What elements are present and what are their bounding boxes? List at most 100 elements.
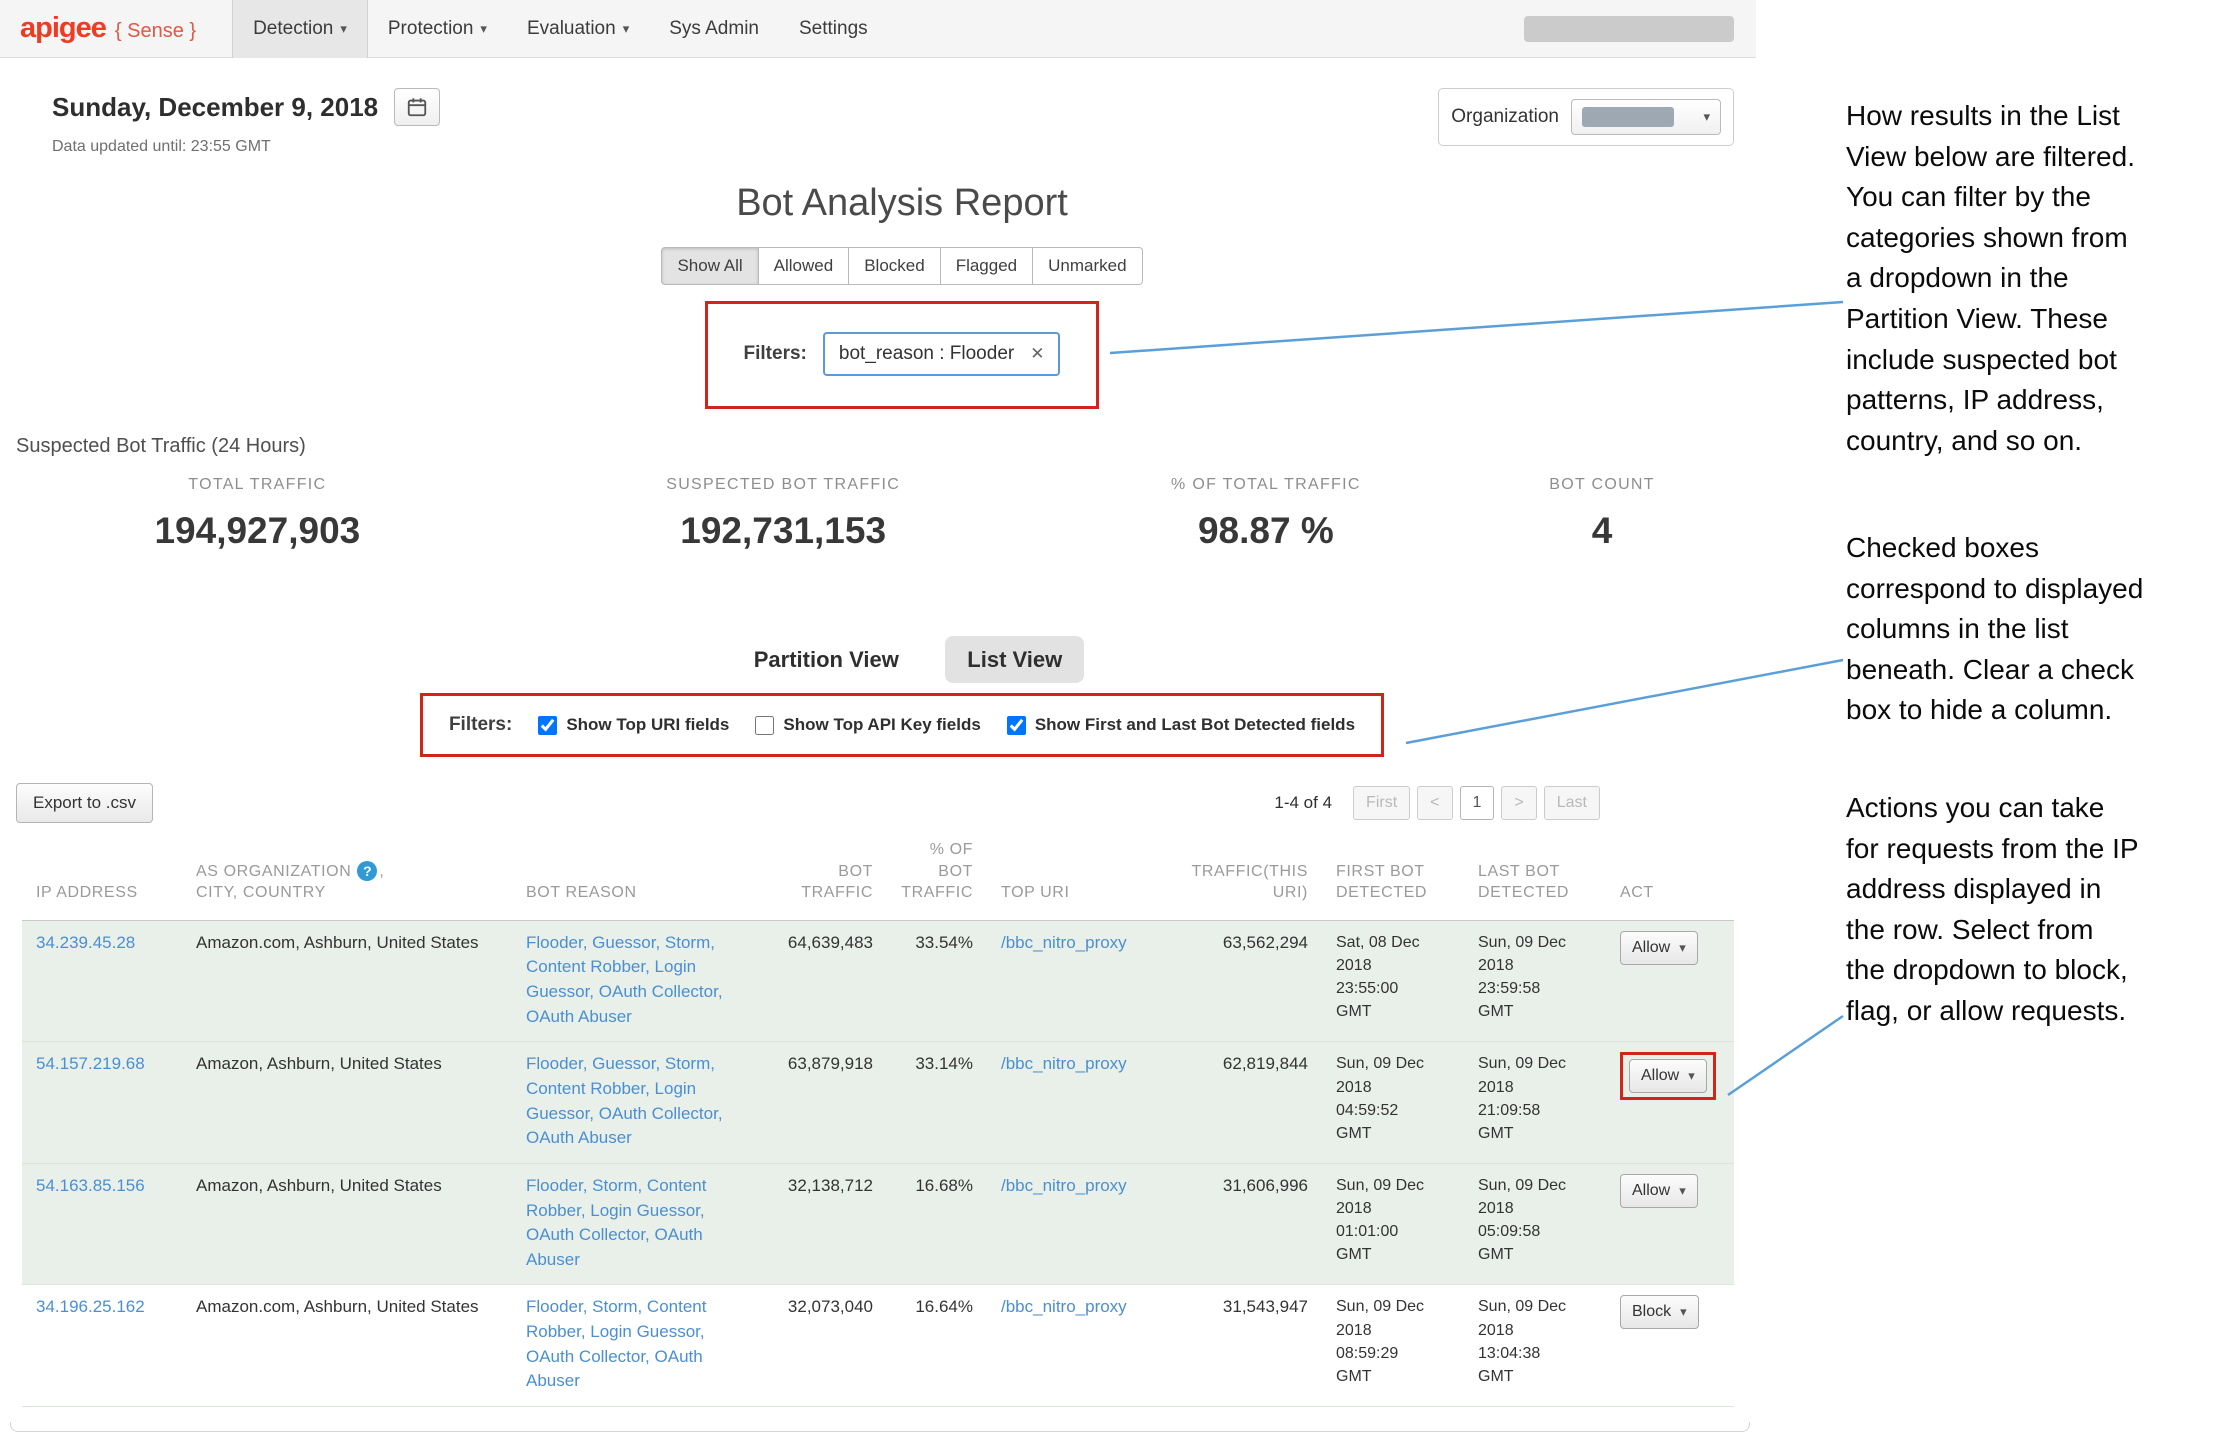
- pagination-prev-button[interactable]: <: [1417, 786, 1452, 820]
- top-uri-cell: /bbc_nitro_proxy: [987, 1285, 1167, 1407]
- filters-highlight-box: Filters: bot_reason : Flooder ✕: [705, 301, 1100, 409]
- organization-value-redacted: [1582, 107, 1674, 127]
- annotation-checkbox-note: Checked boxes correspond to displayed co…: [1846, 528, 2214, 731]
- stat-label: % OF TOTAL TRAFFIC: [1068, 476, 1465, 494]
- pct-bot-traffic-cell: 16.68%: [887, 1163, 987, 1285]
- nav-sys-admin[interactable]: Sys Admin: [649, 0, 779, 58]
- chevron-down-icon: ▾: [480, 21, 487, 37]
- ip-link[interactable]: 54.163.85.156: [36, 1176, 145, 1195]
- brand-sense: { Sense }: [115, 20, 196, 43]
- bot-reason-cell: Flooder, Guessor, Storm, Content Robber,…: [512, 1042, 757, 1164]
- top-uri-link[interactable]: /bbc_nitro_proxy: [1001, 933, 1127, 952]
- tab-unmarked[interactable]: Unmarked: [1032, 247, 1142, 285]
- chevron-down-icon: ▾: [1679, 1183, 1686, 1199]
- data-updated-text: Data updated until: 23:55 GMT: [52, 138, 440, 156]
- table-row: 54.157.219.68 Amazon, Ashburn, United St…: [22, 1042, 1734, 1164]
- stats-row: TOTAL TRAFFIC 194,927,903 SUSPECTED BOT …: [8, 476, 1748, 552]
- traffic-this-uri-cell: 62,819,844: [1167, 1042, 1322, 1164]
- action-dropdown[interactable]: Allow ▾: [1620, 931, 1698, 965]
- nav-detection[interactable]: Detection ▾: [232, 0, 368, 58]
- ip-link[interactable]: 34.196.25.162: [36, 1297, 145, 1316]
- action-dropdown[interactable]: Allow ▾: [1629, 1059, 1707, 1093]
- checkbox-top-api-key-fields[interactable]: [755, 716, 774, 735]
- remove-filter-icon[interactable]: ✕: [1030, 344, 1044, 364]
- tab-allowed[interactable]: Allowed: [758, 247, 850, 285]
- col-header-top-uri: TOP URI: [987, 839, 1167, 920]
- tab-flagged[interactable]: Flagged: [940, 247, 1033, 285]
- top-uri-link[interactable]: /bbc_nitro_proxy: [1001, 1297, 1127, 1316]
- filter-checkbox-top-uri[interactable]: Show Top URI fields: [538, 715, 729, 735]
- chevron-down-icon: ▾: [1688, 1068, 1695, 1084]
- act-cell: Allow ▾: [1606, 920, 1734, 1042]
- bot-reason-links[interactable]: Flooder, Guessor, Storm, Content Robber,…: [526, 1054, 723, 1147]
- as-organization-cell: Amazon, Ashburn, United States: [182, 1163, 512, 1285]
- chevron-down-icon: ▾: [1679, 940, 1686, 956]
- status-filter-tabs: Show AllAllowedBlockedFlaggedUnmarked: [32, 247, 1772, 285]
- filter-tag-bot-reason[interactable]: bot_reason : Flooder ✕: [823, 332, 1061, 376]
- nav-detection-label: Detection: [253, 18, 333, 40]
- ip-cell: 34.239.45.28: [22, 920, 182, 1042]
- bot-reason-cell: Flooder, Guessor, Storm, Content Robber,…: [512, 920, 757, 1042]
- bot-reason-cell: Flooder, Storm, Content Robber, Login Gu…: [512, 1285, 757, 1407]
- nav-protection[interactable]: Protection ▾: [368, 0, 507, 58]
- pagination-first-button[interactable]: First: [1353, 786, 1410, 820]
- stat-value: 4: [1464, 510, 1740, 552]
- table-row: 34.196.25.162 Amazon.com, Ashburn, Unite…: [22, 1285, 1734, 1407]
- bot-reason-links[interactable]: Flooder, Guessor, Storm, Content Robber,…: [526, 933, 723, 1026]
- col-header-act: ACT: [1606, 839, 1734, 920]
- city-country-header-text: CITY, COUNTRY: [196, 884, 326, 901]
- top-uri-link[interactable]: /bbc_nitro_proxy: [1001, 1054, 1127, 1073]
- filter-checkbox-api-key[interactable]: Show Top API Key fields: [755, 715, 980, 735]
- account-menu-redacted[interactable]: [1524, 16, 1734, 42]
- nav-settings[interactable]: Settings: [779, 0, 888, 58]
- stat-label: TOTAL TRAFFIC: [16, 476, 499, 494]
- checkbox-first-last-detected-fields[interactable]: [1007, 716, 1026, 735]
- bot-reason-links[interactable]: Flooder, Storm, Content Robber, Login Gu…: [526, 1297, 706, 1390]
- bot-reason-links[interactable]: Flooder, Storm, Content Robber, Login Gu…: [526, 1176, 706, 1269]
- stat-value: 98.87 %: [1068, 510, 1465, 552]
- col-header-pct-bot-traffic: % OF BOT TRAFFIC: [887, 839, 987, 920]
- calendar-button[interactable]: [394, 88, 440, 126]
- action-dropdown[interactable]: Allow ▾: [1620, 1174, 1698, 1208]
- organization-label: Organization: [1451, 106, 1559, 128]
- pagination-last-button[interactable]: Last: [1544, 786, 1600, 820]
- action-dropdown[interactable]: Block ▾: [1620, 1295, 1699, 1329]
- tab-list-view[interactable]: List View: [945, 636, 1084, 683]
- organization-select[interactable]: ▾: [1571, 99, 1721, 135]
- annotation-filter-note: How results in the List View below are f…: [1846, 96, 2214, 461]
- nav-evaluation[interactable]: Evaluation ▾: [507, 0, 649, 58]
- table-header-row: IP ADDRESS AS ORGANIZATION?,CITY, COUNTR…: [22, 839, 1734, 920]
- top-uri-link[interactable]: /bbc_nitro_proxy: [1001, 1176, 1127, 1195]
- stat-label: BOT COUNT: [1464, 476, 1740, 494]
- help-icon[interactable]: ?: [357, 861, 377, 881]
- traffic-this-uri-cell: 31,606,996: [1167, 1163, 1322, 1285]
- action-wrap: Block ▾: [1620, 1295, 1699, 1329]
- col-header-ip: IP ADDRESS: [22, 839, 182, 920]
- top-nav: apigee { Sense } Detection ▾ Protection …: [0, 0, 1756, 58]
- list-filters-label: Filters:: [449, 714, 512, 736]
- stat-value: 194,927,903: [16, 510, 499, 552]
- ip-link[interactable]: 54.157.219.68: [36, 1054, 145, 1073]
- table-row: 34.239.45.28 Amazon.com, Ashburn, United…: [22, 920, 1734, 1042]
- ip-cell: 34.196.25.162: [22, 1285, 182, 1407]
- apigee-logo: apigee { Sense }: [20, 12, 196, 45]
- export-csv-button[interactable]: Export to .csv: [16, 783, 153, 823]
- col-header-as-organization: AS ORGANIZATION?,CITY, COUNTRY: [182, 839, 512, 920]
- tab-blocked[interactable]: Blocked: [848, 247, 940, 285]
- annotation-actions-note: Actions you can take for requests from t…: [1846, 788, 2214, 1032]
- checkbox-label: Show Top URI fields: [566, 715, 729, 735]
- stat-bot-count: BOT COUNT 4: [1464, 476, 1740, 552]
- tab-partition-view[interactable]: Partition View: [732, 636, 921, 683]
- filter-checkbox-first-last-detected[interactable]: Show First and Last Bot Detected fields: [1007, 715, 1355, 735]
- checkbox-label: Show Top API Key fields: [783, 715, 980, 735]
- tab-show-all[interactable]: Show All: [661, 247, 758, 285]
- pagination-next-button[interactable]: >: [1501, 786, 1536, 820]
- checkbox-top-uri-fields[interactable]: [538, 716, 557, 735]
- calendar-icon: [406, 96, 428, 118]
- pagination-page-1[interactable]: 1: [1460, 786, 1495, 820]
- ip-link[interactable]: 34.239.45.28: [36, 933, 135, 952]
- pagination-range: 1-4 of 4: [1274, 793, 1332, 813]
- report-date: Sunday, December 9, 2018: [52, 92, 378, 123]
- act-cell: Allow ▾: [1606, 1042, 1734, 1164]
- stat-total-traffic: TOTAL TRAFFIC 194,927,903: [16, 476, 499, 552]
